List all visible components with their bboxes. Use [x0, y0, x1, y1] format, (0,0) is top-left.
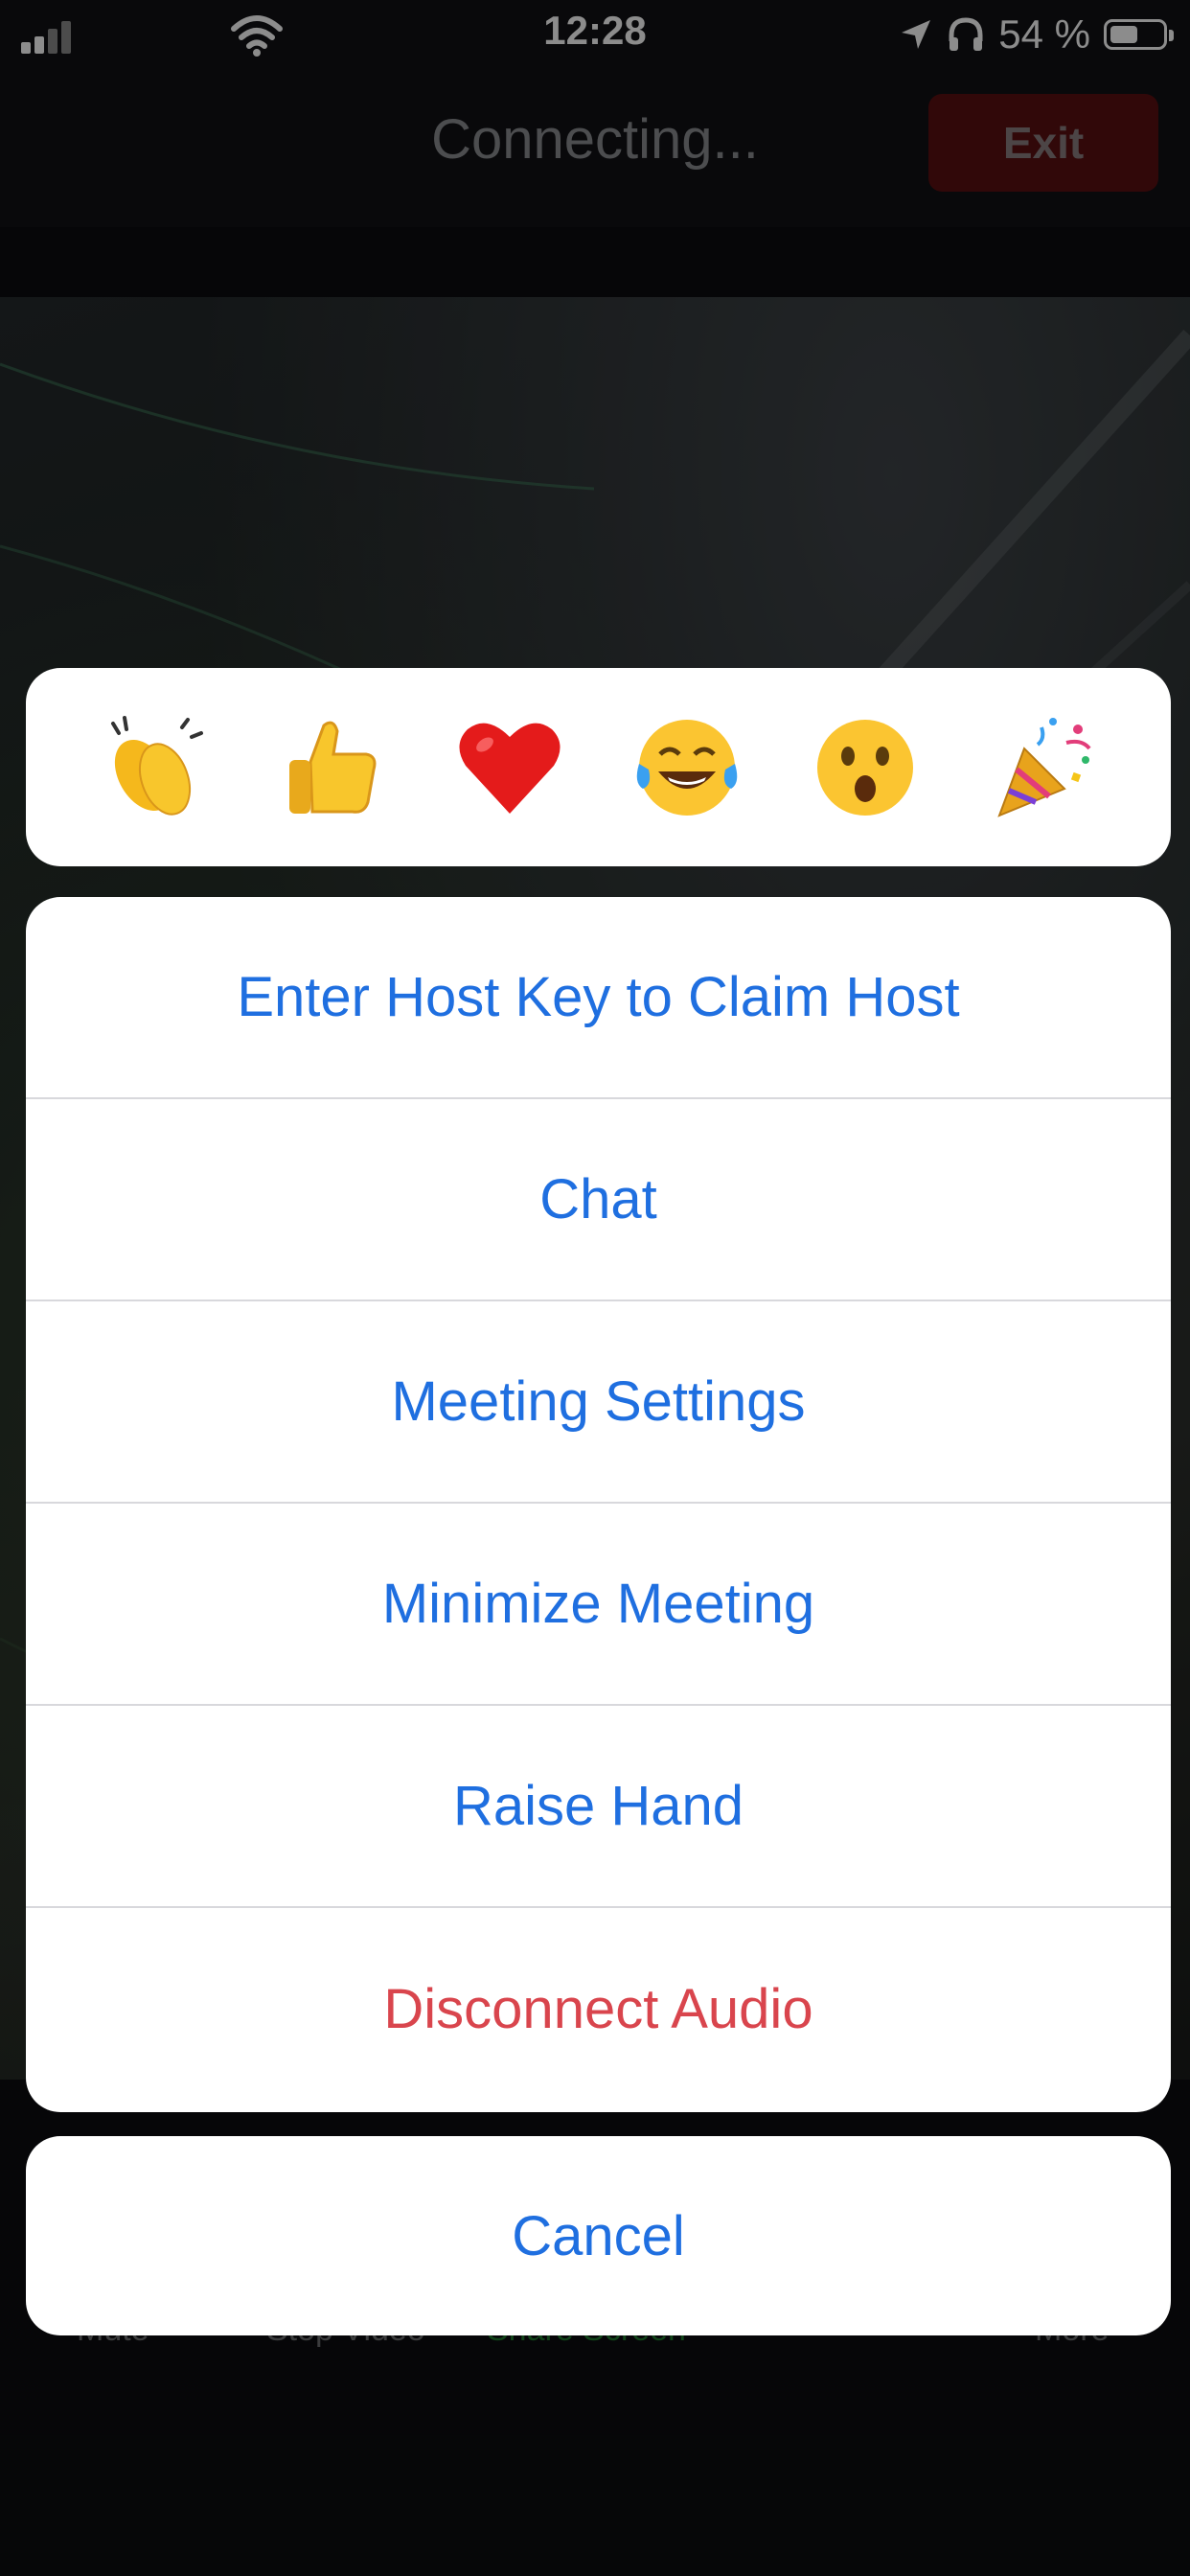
tears-of-joy-icon[interactable] [629, 710, 744, 825]
menu-item-meeting-settings[interactable]: Meeting Settings [26, 1301, 1171, 1504]
open-mouth-icon[interactable] [808, 710, 923, 825]
thumbs-up-icon[interactable] [274, 710, 389, 825]
menu-item-chat[interactable]: Chat [26, 1099, 1171, 1301]
reaction-bar [26, 668, 1171, 866]
party-popper-icon[interactable] [986, 710, 1101, 825]
clapping-hands-icon[interactable] [96, 710, 211, 825]
action-sheet-menu: Enter Host Key to Claim Host Chat Meetin… [26, 897, 1171, 2112]
menu-item-raise-hand[interactable]: Raise Hand [26, 1706, 1171, 1908]
menu-item-disconnect-audio[interactable]: Disconnect Audio [26, 1908, 1171, 2110]
menu-item-minimize-meeting[interactable]: Minimize Meeting [26, 1504, 1171, 1706]
cancel-button[interactable]: Cancel [26, 2136, 1171, 2335]
red-heart-icon[interactable] [452, 710, 567, 825]
menu-item-claim-host[interactable]: Enter Host Key to Claim Host [26, 897, 1171, 1099]
